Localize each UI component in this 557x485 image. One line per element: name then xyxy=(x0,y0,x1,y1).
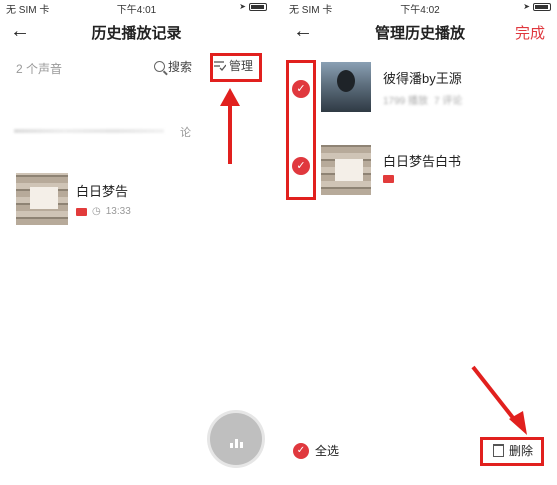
item-checkbox-checked[interactable]: ✓ xyxy=(292,80,310,98)
annotation-arrow-diagonal xyxy=(471,365,527,435)
cover-image xyxy=(16,173,68,225)
select-all-check-icon: ✓ xyxy=(293,442,309,459)
delete-highlight-box xyxy=(480,437,544,466)
tag-icon xyxy=(383,175,394,183)
player-fab-button[interactable] xyxy=(210,413,262,465)
status-bar: 无 SIM 卡 下午4:02 ➤ xyxy=(283,0,557,16)
item-meta xyxy=(383,175,394,183)
clock-icon: ◷ xyxy=(92,206,101,217)
manage-highlight-box xyxy=(210,53,262,82)
search-button[interactable]: 搜索 xyxy=(154,58,192,75)
list-item[interactable]: 白日梦告 ◷ 13:33 xyxy=(16,173,256,225)
page-title: 历史播放记录 xyxy=(91,25,182,42)
tag-icon xyxy=(76,207,87,216)
item-meta: 1799 播放 7 评论 xyxy=(383,92,462,107)
item-checkbox-checked[interactable]: ✓ xyxy=(292,157,310,175)
location-icon: ➤ xyxy=(523,2,530,11)
nav-bar: ← 历史播放记录 xyxy=(0,14,273,50)
divider xyxy=(273,0,283,485)
list-item[interactable]: 白日梦告白书 xyxy=(321,145,551,195)
item-title: 白日梦告白书 xyxy=(383,154,462,169)
battery-icon xyxy=(533,2,551,11)
item-title: 白日梦告 xyxy=(76,184,129,199)
item-time: 13:33 xyxy=(105,206,131,217)
search-label: 搜索 xyxy=(168,60,193,74)
blurred-item[interactable]: 论 xyxy=(14,126,254,139)
status-icons: ➤ xyxy=(523,2,551,11)
select-all-label: 全选 xyxy=(315,444,340,458)
sound-count: 2 个声音 xyxy=(16,62,63,76)
search-icon xyxy=(154,61,165,72)
blurred-suffix: 论 xyxy=(180,127,191,139)
list-item[interactable]: 彼得潘by王源 1799 播放 7 评论 xyxy=(321,62,551,112)
status-bar: 无 SIM 卡 下午4:01 ➤ xyxy=(0,0,273,16)
history-screen: 无 SIM 卡 下午4:01 ➤ ← 历史播放记录 2 个声音 搜索 管理 论 … xyxy=(0,0,273,485)
item-meta: ◷ 13:33 xyxy=(76,206,131,217)
nav-bar: ← 管理历史播放 完成 xyxy=(283,14,557,50)
battery-icon xyxy=(249,2,267,11)
item-plays: 1799 播放 xyxy=(383,96,429,107)
status-icons: ➤ xyxy=(239,2,267,11)
cover-image xyxy=(321,62,371,112)
select-all-button[interactable]: ✓ 全选 xyxy=(293,442,339,459)
cover-image xyxy=(321,145,371,195)
item-title: 彼得潘by王源 xyxy=(383,71,462,86)
location-icon: ➤ xyxy=(239,2,246,11)
manage-history-screen: 无 SIM 卡 下午4:02 ➤ ← 管理历史播放 完成 ✓ 彼得潘by王源 1… xyxy=(283,0,557,485)
item-comments: 7 评论 xyxy=(434,96,463,107)
done-button[interactable]: 完成 xyxy=(515,22,545,43)
